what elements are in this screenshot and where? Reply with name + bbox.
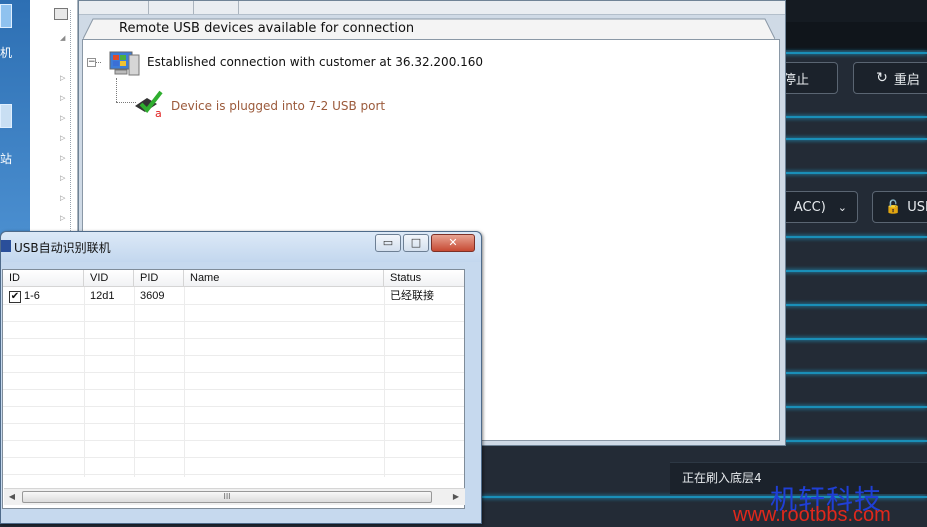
restart-label: 重启	[893, 72, 920, 88]
grid-line	[3, 423, 464, 424]
expand-arrow-icon[interactable]: ▷	[60, 214, 66, 222]
expand-arrow-icon[interactable]: ▷	[60, 194, 66, 202]
maximize-button[interactable]: □	[403, 234, 429, 252]
tab-label: Remote USB devices available for connect…	[119, 21, 415, 36]
expand-arrow-icon[interactable]: ▷	[60, 134, 66, 142]
horizontal-scrollbar[interactable]: ◀ III ▶	[4, 488, 465, 505]
divider-line	[780, 406, 927, 408]
expand-arrow-icon[interactable]: ▷	[60, 114, 66, 122]
grid-line	[384, 287, 385, 477]
maximize-icon: □	[410, 236, 422, 249]
column-header-status[interactable]: Status	[384, 270, 464, 287]
device-list: ID VID PID Name Status ✔ 1-6 12d1 3609 已…	[2, 269, 465, 509]
dialog-titlebar[interactable]: USB自动识别联机 ▭ □ ✕	[1, 232, 481, 262]
toolbar	[79, 1, 785, 15]
restart-button[interactable]: ↻ 重启	[853, 62, 927, 94]
grid-line	[3, 372, 464, 373]
mode-label: ACC)	[793, 199, 826, 215]
device-node[interactable]: Device is plugged into 7-2 USB port	[171, 99, 385, 113]
dialog-title: USB自动识别联机	[14, 241, 111, 255]
connection-node[interactable]: Established connection with customer at …	[147, 55, 483, 69]
grid-line	[3, 440, 464, 441]
divider-line	[780, 52, 927, 54]
expand-arrow-icon[interactable]: ▷	[60, 94, 66, 102]
minimize-icon: ▭	[382, 236, 394, 249]
desktop-icon-label: 站	[0, 152, 13, 166]
close-button[interactable]: ✕	[431, 234, 475, 252]
cell-status: 已经联接	[390, 290, 434, 302]
divider-line	[780, 440, 927, 442]
grid-line	[3, 457, 464, 458]
grid-line	[3, 406, 464, 407]
app-icon	[1, 240, 11, 252]
expand-arrow-icon[interactable]: ▷	[60, 74, 66, 82]
scroll-left-icon[interactable]: ◀	[6, 491, 18, 503]
grid-line	[3, 338, 464, 339]
grid-line	[84, 287, 85, 477]
desktop-background: 机 站	[0, 0, 30, 240]
divider-line	[780, 372, 927, 374]
column-header-id[interactable]: ID	[3, 270, 84, 287]
stop-label: 停止	[782, 72, 809, 88]
column-header-vid[interactable]: VID	[84, 270, 134, 287]
column-header-pid[interactable]: PID	[134, 270, 184, 287]
toolbar-button[interactable]	[149, 1, 194, 14]
table-row[interactable]: ✔ 1-6 12d1 3609 已经联接	[3, 288, 464, 305]
divider-line	[780, 270, 927, 272]
grid-line	[3, 389, 464, 390]
grid-line	[184, 287, 185, 477]
grid-line	[3, 321, 464, 322]
usb-auto-connect-dialog: USB自动识别联机 ▭ □ ✕ ID VID PID Name Status ✔…	[0, 231, 482, 524]
usb-device-check-icon: a	[135, 90, 163, 118]
divider-line	[780, 116, 927, 118]
tree-connector	[116, 78, 117, 102]
close-icon: ✕	[448, 236, 458, 249]
list-header: ID VID PID Name Status	[3, 270, 464, 287]
divider-line	[780, 138, 927, 140]
chevron-down-icon: ⌄	[837, 200, 847, 214]
cell-vid: 12d1	[90, 290, 115, 302]
svg-text:a: a	[155, 107, 162, 118]
tree-guide-line	[70, 10, 71, 235]
unlock-icon: 🔓	[885, 199, 902, 215]
scroll-right-icon[interactable]: ▶	[450, 491, 462, 503]
dark-header	[780, 22, 927, 50]
watermark-url: www.rootbbs.com	[733, 504, 891, 526]
column-header-name[interactable]: Name	[184, 270, 384, 287]
usb-button[interactable]: 🔓 USB	[872, 191, 927, 223]
divider-line	[780, 338, 927, 340]
divider-line	[780, 236, 927, 238]
refresh-icon: ↻	[876, 70, 888, 86]
desktop-icon-label: 机	[0, 46, 13, 60]
divider-line	[780, 304, 927, 306]
collapse-toggle[interactable]: −	[87, 58, 96, 67]
toolbar-button[interactable]	[109, 1, 149, 14]
row-checkbox[interactable]: ✔	[9, 291, 21, 303]
minimize-button[interactable]: ▭	[375, 234, 401, 252]
expand-arrow-icon[interactable]: ▷	[60, 174, 66, 182]
computer-icon	[109, 51, 140, 76]
status-text: 正在刷入底层4	[682, 471, 762, 485]
toolbar-button[interactable]	[194, 1, 239, 14]
cell-id: 1-6	[24, 290, 40, 302]
grid-line	[134, 287, 135, 477]
cell-pid: 3609	[140, 290, 165, 302]
folder-icon	[54, 8, 68, 20]
grid-line	[3, 355, 464, 356]
usb-label: USB	[907, 199, 927, 215]
expand-arrow-icon[interactable]: ▷	[60, 154, 66, 162]
recycle-bin-icon[interactable]	[0, 104, 12, 128]
divider-line	[780, 172, 927, 174]
tree-pane: ◢ ▷ ▷ ▷ ▷ ▷ ▷ ▷ ▷	[30, 0, 78, 240]
expand-arrow-icon[interactable]: ◢	[60, 34, 66, 42]
dark-top-bar	[780, 0, 927, 22]
computer-icon[interactable]	[0, 4, 12, 28]
scroll-thumb[interactable]: III	[22, 491, 432, 503]
grid-line	[3, 474, 464, 475]
